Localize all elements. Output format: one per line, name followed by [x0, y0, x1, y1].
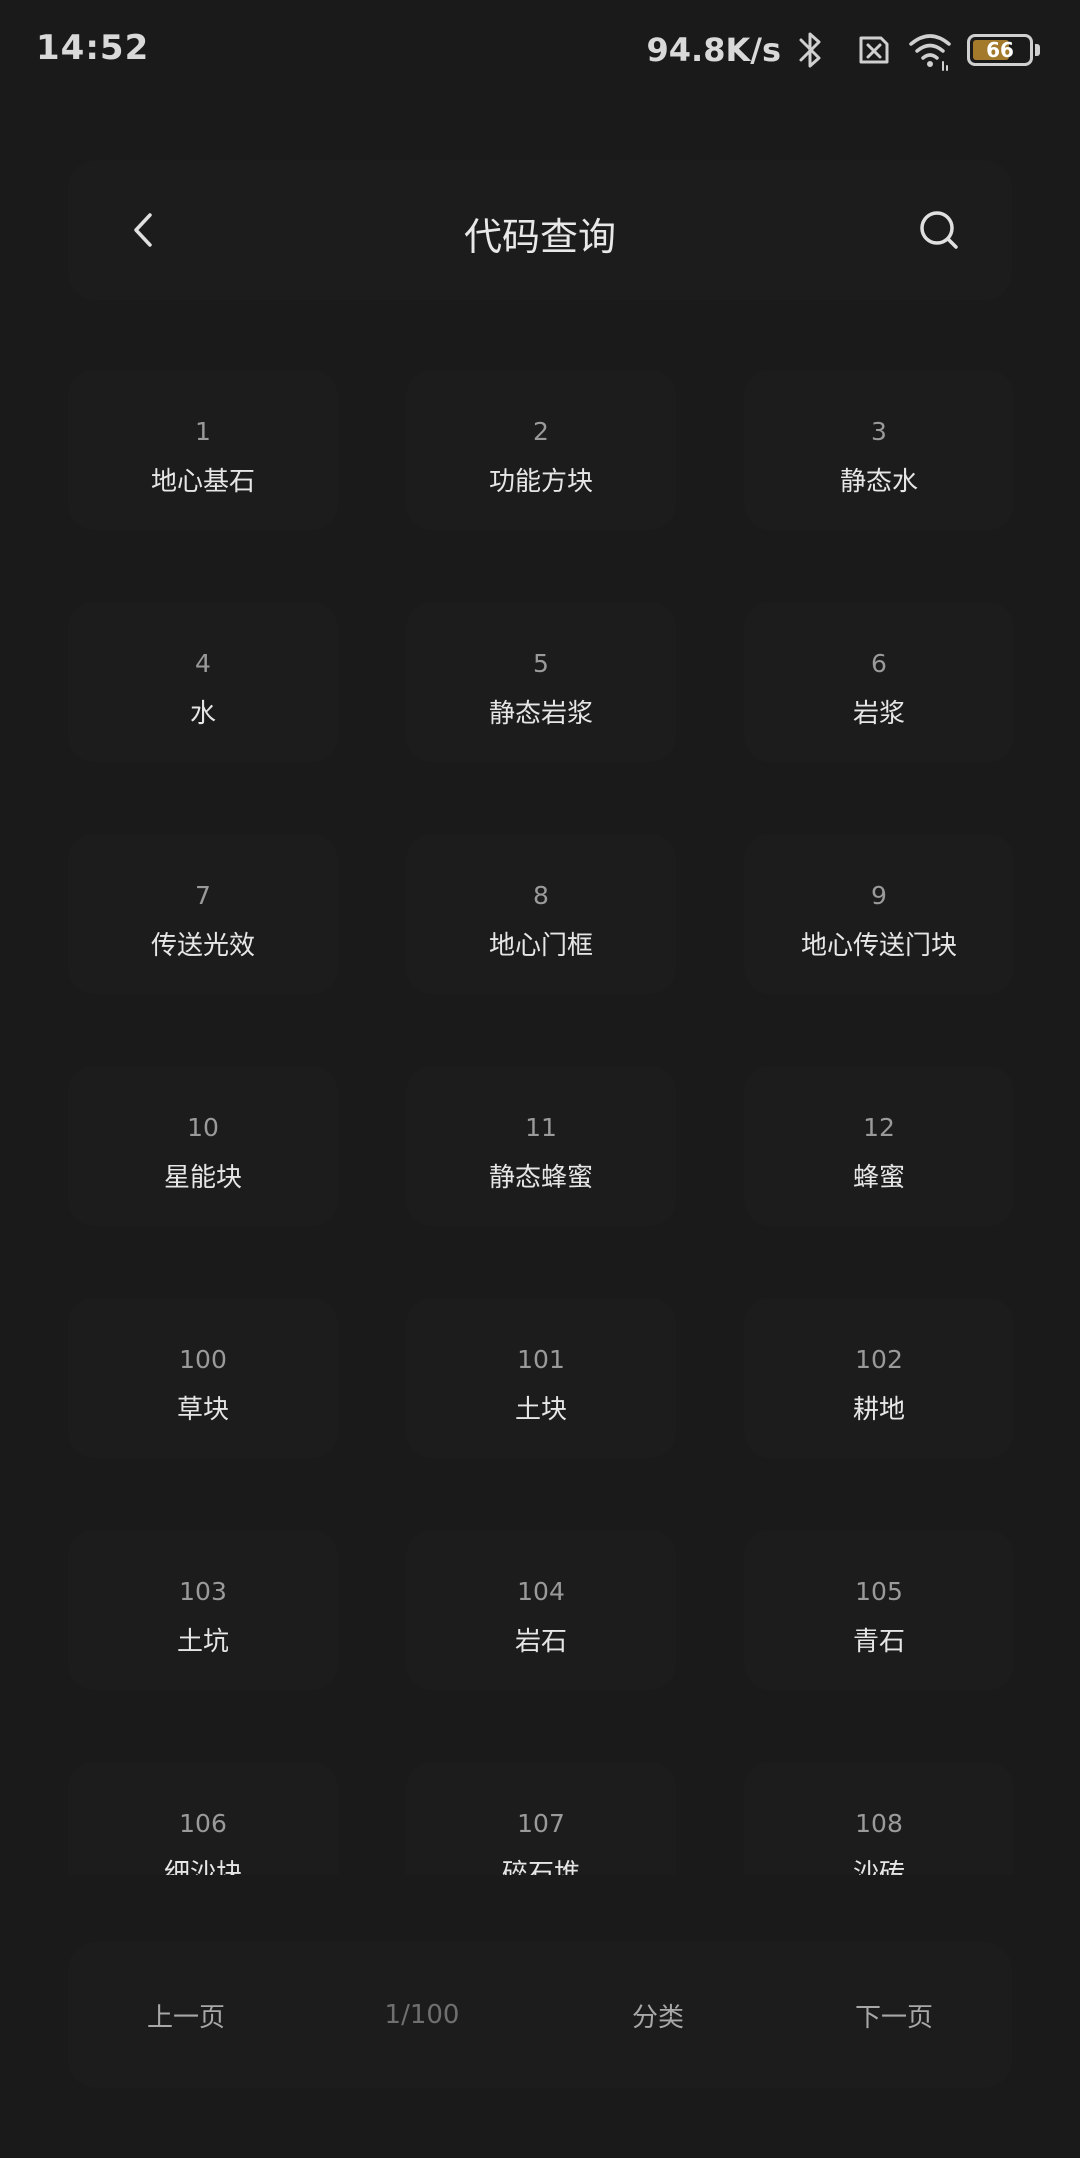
block-name: 水 [189, 699, 216, 729]
block-name: 星能块 [163, 1163, 242, 1193]
sim-disabled-icon [853, 28, 893, 72]
page-indicator: 1/100 [384, 2000, 460, 2030]
block-name: 地心传送门块 [800, 931, 957, 961]
block-name: 静态岩浆 [488, 699, 593, 729]
block-code: 9 [871, 881, 887, 910]
block-card[interactable]: 3 静态水 [744, 370, 1014, 530]
block-card[interactable]: 4水 [68, 602, 338, 762]
block-card[interactable]: 12 蜂蜜 [744, 1066, 1014, 1226]
header-card: 代码查询 [68, 160, 1012, 300]
net-speed: 94.8K/s [646, 31, 781, 69]
next-page-button[interactable]: 下一页 [776, 1997, 1012, 2034]
block-card[interactable]: 106 细沙块 [68, 1762, 338, 1875]
block-name: 细沙块 [163, 1859, 242, 1875]
block-code: 11 [525, 1113, 557, 1142]
block-card[interactable]: 107 碎石堆 [406, 1762, 676, 1875]
block-list[interactable]: 1 地心基石 2 功能方块 3 静态水 4 水 5 静态岩浆 6 岩浆 7 传送光效 8 地心门框 9 地心传送门… [0, 370, 1080, 1875]
block-card[interactable]: 11 静态蜂蜜 [406, 1066, 676, 1226]
block-grid: 1 地心基石 2 功能方块 3 静态水 4 水 5 静态岩浆 6 岩浆 7 传送光效 8 地心门框 9 地心传送门… [0, 370, 1080, 1875]
block-code: 2 [533, 417, 549, 446]
search-button[interactable] [914, 205, 964, 255]
block-name: 地心基石 [150, 467, 255, 497]
block-card[interactable]: 103 土坑 [68, 1530, 338, 1690]
block-name: 岩石 [514, 1627, 567, 1657]
category-button[interactable]: 分类 [540, 1997, 776, 2034]
block-name: 土坑 [176, 1627, 229, 1657]
bluetooth-icon [795, 28, 839, 72]
screen: 14:52 94.8K/s 66 代码查询 1 地心基石 2 功能方块 3 静态… [0, 0, 1080, 2158]
block-code: 108 [855, 1809, 903, 1838]
block-code: 6 [871, 649, 887, 678]
block-name: 传送光效 [150, 931, 255, 961]
block-code: 4 [195, 649, 211, 678]
block-code: 101 [517, 1345, 565, 1374]
block-card[interactable]: 104 岩石 [406, 1530, 676, 1690]
page-title: 代码查询 [463, 215, 616, 259]
block-code: 100 [179, 1345, 227, 1374]
search-icon [920, 211, 958, 249]
prev-page-button[interactable]: 上一页 [68, 1997, 304, 2034]
block-name: 青石 [852, 1627, 905, 1657]
block-code: 5 [533, 649, 549, 678]
block-code: 3 [871, 417, 887, 446]
block-card[interactable]: 9 地心传送门块 [744, 834, 1014, 994]
block-name: 岩浆 [852, 699, 905, 729]
block-card[interactable]: 100 草块 [68, 1298, 338, 1458]
block-name: 静态水 [839, 467, 918, 497]
block-card[interactable]: 101 土块 [406, 1298, 676, 1458]
block-code: 106 [179, 1809, 227, 1838]
block-code: 1 [195, 417, 211, 446]
block-code: 12 [863, 1113, 895, 1142]
block-name: 草块 [176, 1395, 229, 1425]
block-name: 沙砖 [852, 1859, 905, 1875]
status-bar: 14:52 94.8K/s 66 [0, 0, 1080, 100]
block-card[interactable]: 102 耕地 [744, 1298, 1014, 1458]
battery-cap [1035, 44, 1040, 56]
block-name: 土块 [514, 1395, 567, 1425]
block-card[interactable]: 8 地心门框 [406, 834, 676, 994]
block-card[interactable]: 2 功能方块 [406, 370, 676, 530]
status-icons: 94.8K/s 66 [647, 28, 1040, 72]
block-card[interactable]: 7 传送光效 [68, 834, 338, 994]
block-name: 静态蜂蜜 [488, 1163, 593, 1193]
battery-level: 66 [986, 38, 1014, 62]
block-card[interactable]: 105 青石 [744, 1530, 1014, 1690]
block-code: 7 [195, 881, 211, 910]
block-name: 功能方块 [488, 467, 593, 497]
block-name: 蜂蜜 [852, 1163, 905, 1193]
status-time: 14:52 [36, 28, 150, 68]
block-name: 耕地 [852, 1395, 905, 1425]
block-name: 碎石堆 [501, 1859, 580, 1875]
block-code: 107 [517, 1809, 565, 1838]
block-name: 地心门框 [488, 931, 593, 961]
block-code: 10 [187, 1113, 219, 1142]
pagination-bar: 上一页 1/100 分类 下一页 [68, 1942, 1012, 2088]
block-card[interactable]: 1 地心基石 [68, 370, 338, 530]
battery-icon: 66 [967, 34, 1033, 66]
wifi-icon [907, 28, 953, 72]
block-code: 103 [179, 1577, 227, 1606]
block-card[interactable]: 10 星能块 [68, 1066, 338, 1226]
block-card[interactable]: 6 岩浆 [744, 602, 1014, 762]
block-code: 105 [855, 1577, 903, 1606]
block-card[interactable]: 5 静态岩浆 [406, 602, 676, 762]
block-code: 8 [533, 881, 549, 910]
block-code: 104 [517, 1577, 565, 1606]
block-card[interactable]: 108 沙砖 [744, 1762, 1014, 1875]
block-code: 102 [855, 1345, 903, 1374]
